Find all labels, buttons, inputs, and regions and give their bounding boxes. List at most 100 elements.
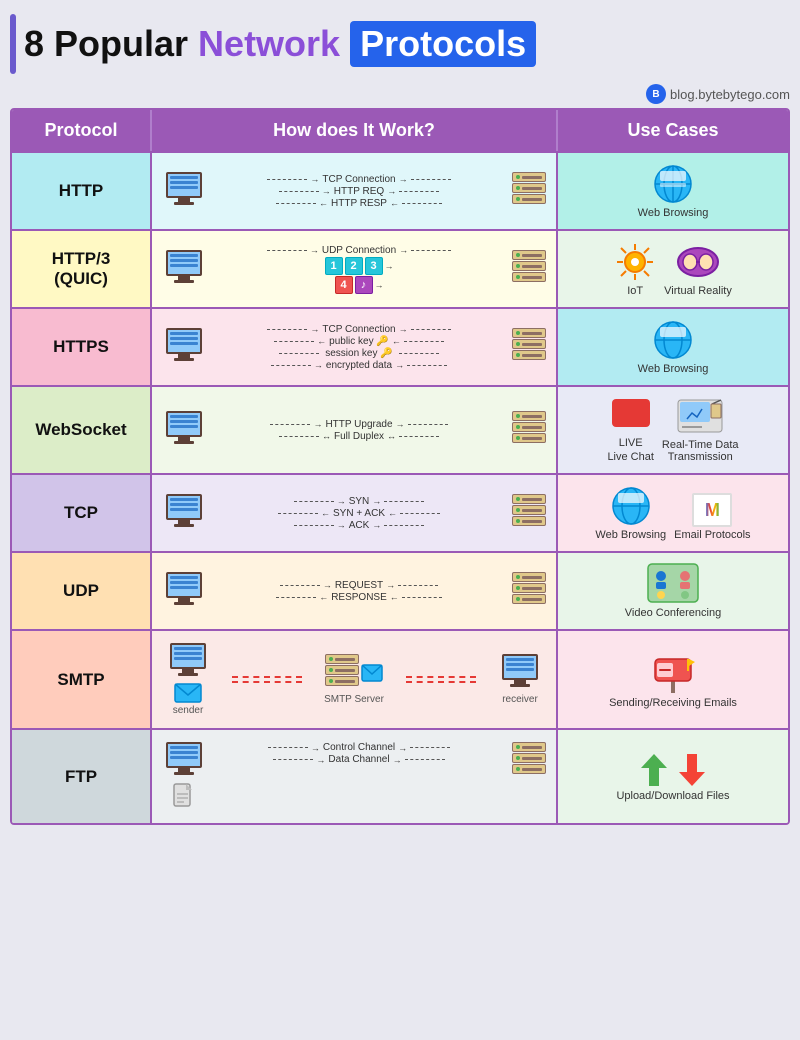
http3-arrows: →UDP Connection→ 1 2 3 → 4 ♪ →	[210, 245, 508, 294]
protocol-name-https: HTTPS	[12, 309, 152, 385]
protocol-name-http3: HTTP/3(QUIC)	[12, 231, 152, 307]
page: 8 Popular Network Protocols B blog.byteb…	[0, 0, 800, 835]
use-live-chat: LIVE LIVE Live Chat	[607, 397, 653, 463]
use-label: Web Browsing	[595, 529, 666, 541]
protocol-name-ws: WebSocket	[12, 387, 152, 473]
table-row: HTTP/3(QUIC) →UDP Connection→ 1 2	[12, 229, 788, 307]
use-case-icons: Video Conferencing	[625, 563, 721, 619]
brand-icon: B	[646, 84, 666, 104]
protocol-name-http: HTTP	[12, 153, 152, 229]
computer-icon	[162, 172, 206, 210]
vr-icon	[675, 241, 721, 283]
http-arrows: →TCP Connection→ →HTTP REQ→ ←HTTP RESP←	[210, 174, 508, 209]
use-realtime-data: Real-Time DataTransmission	[662, 399, 739, 463]
use-case-icons: Web Browsing	[638, 163, 709, 219]
brand-text: blog.bytebytego.com	[670, 87, 790, 102]
protocols-table: Protocol How does It Work? Use Cases HTT…	[10, 108, 790, 825]
use-case-icons: Web Browsing	[638, 319, 709, 375]
use-email-protocols: M Email Protocols	[674, 493, 750, 541]
header-accent	[10, 14, 16, 74]
ftp-diagram: →Control Channel→ →Data Channel→	[162, 742, 546, 811]
globe-icon	[652, 163, 694, 205]
computer-icon	[162, 411, 206, 449]
video-conf-icon	[647, 563, 699, 605]
table-row: HTTP →TCP Connection→ →HTTP REQ→	[12, 151, 788, 229]
udp-diagram: →REQUEST→ ←RESPONSE←	[162, 572, 546, 610]
protocol-use-tcp: Web Browsing M Email Protocols	[558, 475, 788, 551]
protocol-how-smtp: sender	[152, 631, 558, 728]
smtp-arrows	[212, 676, 322, 683]
smtp-receiver-label: receiver	[502, 694, 538, 705]
table-row: HTTPS →TCP Connection→ ←public key 🔑← se…	[12, 307, 788, 385]
mailbox-icon	[649, 651, 697, 695]
server-icon	[512, 742, 546, 780]
use-label: Email Protocols	[674, 529, 750, 541]
udp-arrows: →REQUEST→ ←RESPONSE←	[210, 580, 508, 603]
http3-diagram: →UDP Connection→ 1 2 3 → 4 ♪ →	[162, 245, 546, 294]
server-icon	[512, 494, 546, 532]
col-use: Use Cases	[558, 110, 788, 151]
data-transmission-icon	[677, 399, 723, 437]
col-protocol: Protocol	[12, 110, 152, 151]
server-icon	[512, 250, 546, 288]
ws-diagram: →HTTP Upgrade→ ↔Full Duplex↔	[162, 411, 546, 449]
use-web-browsing: Web Browsing	[638, 163, 709, 219]
use-label: Web Browsing	[638, 363, 709, 375]
title-part1: 8 Popular	[24, 23, 188, 65]
protocol-use-http: Web Browsing	[558, 153, 788, 229]
use-case-icons: Upload/Download Files	[616, 752, 729, 802]
use-label: Upload/Download Files	[616, 790, 729, 802]
smtp-receiver: receiver	[498, 654, 542, 705]
server-icon	[512, 328, 546, 366]
title-part3: Protocols	[350, 21, 536, 67]
protocol-use-smtp: Sending/Receiving Emails	[558, 631, 788, 728]
server-icon	[325, 654, 359, 692]
computer-icon	[166, 643, 210, 681]
upload-icon	[639, 752, 669, 788]
protocol-use-udp: Video Conferencing	[558, 553, 788, 629]
protocol-use-https: Web Browsing	[558, 309, 788, 385]
https-diagram: →TCP Connection→ ←public key 🔑← session …	[162, 324, 546, 371]
smtp-sender-label: sender	[173, 705, 204, 716]
use-case-icons: IoT Virtual Reality	[614, 241, 732, 297]
use-label: Live Chat	[607, 451, 653, 463]
protocol-how-https: →TCP Connection→ ←public key 🔑← session …	[152, 309, 558, 385]
smtp-server: SMTP Server	[324, 654, 384, 705]
use-case-icons: Web Browsing M Email Protocols	[595, 485, 750, 541]
protocol-use-http3: IoT Virtual Reality	[558, 231, 788, 307]
protocol-how-http: →TCP Connection→ →HTTP REQ→ ←HTTP RESP←	[152, 153, 558, 229]
globe-icon	[610, 485, 652, 527]
table-row: WebSocket →HTTP Upgrade→ ↔Full Duplex↔	[12, 385, 788, 473]
server-icon	[512, 172, 546, 210]
use-iot: IoT	[614, 241, 656, 297]
tcp-arrows: →SYN→ ←SYN + ACK← →ACK→	[210, 496, 508, 531]
protocol-name-tcp: TCP	[12, 475, 152, 551]
use-case-icons: LIVE LIVE Live Chat	[607, 397, 738, 463]
use-label: Sending/Receiving Emails	[609, 697, 737, 709]
computer-icon	[162, 742, 206, 780]
protocol-how-http3: →UDP Connection→ 1 2 3 → 4 ♪ →	[152, 231, 558, 307]
protocol-how-ws: →HTTP Upgrade→ ↔Full Duplex↔	[152, 387, 558, 473]
computer-icon	[162, 328, 206, 366]
use-label: Real-Time DataTransmission	[662, 439, 739, 463]
chat-icon	[610, 397, 652, 435]
http-diagram: →TCP Connection→ →HTTP REQ→ ←HTTP RESP←	[162, 172, 546, 210]
protocol-name-udp: UDP	[12, 553, 152, 629]
computer-icon	[162, 494, 206, 532]
col-how: How does It Work?	[152, 110, 558, 151]
ws-arrows: →HTTP Upgrade→ ↔Full Duplex↔	[210, 419, 508, 442]
use-label: Web Browsing	[638, 207, 709, 219]
ftp-arrows: →Control Channel→ →Data Channel→	[210, 742, 508, 765]
use-web-browsing: Web Browsing	[638, 319, 709, 375]
iot-icon	[614, 241, 656, 283]
protocol-how-udp: →REQUEST→ ←RESPONSE←	[152, 553, 558, 629]
smtp-server-label: SMTP Server	[324, 694, 384, 705]
table-row: FTP	[12, 728, 788, 823]
computer-icon	[162, 572, 206, 610]
document-icon	[172, 783, 196, 811]
use-case-icons: Sending/Receiving Emails	[609, 651, 737, 709]
tcp-diagram: →SYN→ ←SYN + ACK← →ACK→	[162, 494, 546, 532]
table-row: UDP →REQUEST→ ←RESPONSE←	[12, 551, 788, 629]
use-vr: Virtual Reality	[664, 241, 732, 297]
computer-icon	[498, 654, 542, 692]
